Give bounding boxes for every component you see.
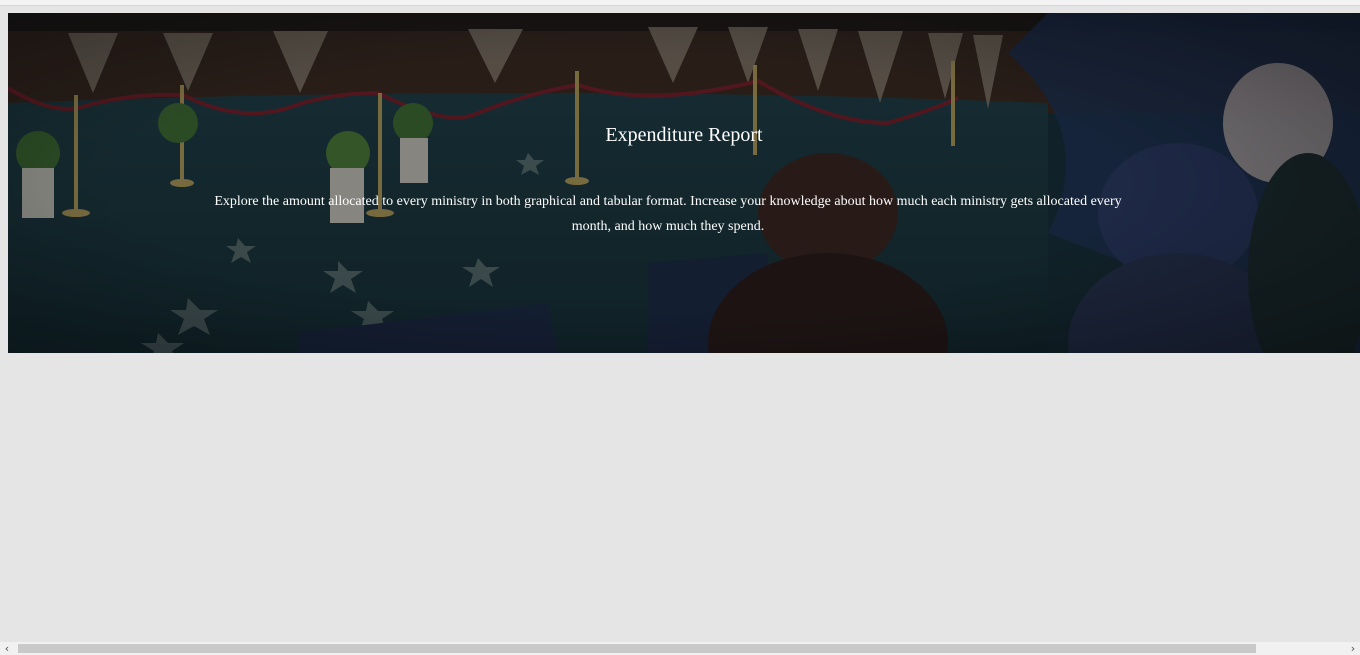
- top-strip: [0, 0, 1360, 6]
- hero-banner: Expenditure Report Explore the amount al…: [8, 13, 1360, 353]
- scroll-left-arrow-icon[interactable]: ‹: [0, 642, 14, 655]
- scrollbar-thumb[interactable]: [18, 644, 1256, 653]
- page-title: Expenditure Report: [605, 124, 763, 146]
- hero-dark-overlay: [8, 13, 1360, 353]
- horizontal-scrollbar[interactable]: ‹ ›: [0, 642, 1360, 655]
- hero-description: Explore the amount allocated to every mi…: [214, 194, 1122, 234]
- scroll-right-arrow-icon[interactable]: ›: [1346, 642, 1360, 655]
